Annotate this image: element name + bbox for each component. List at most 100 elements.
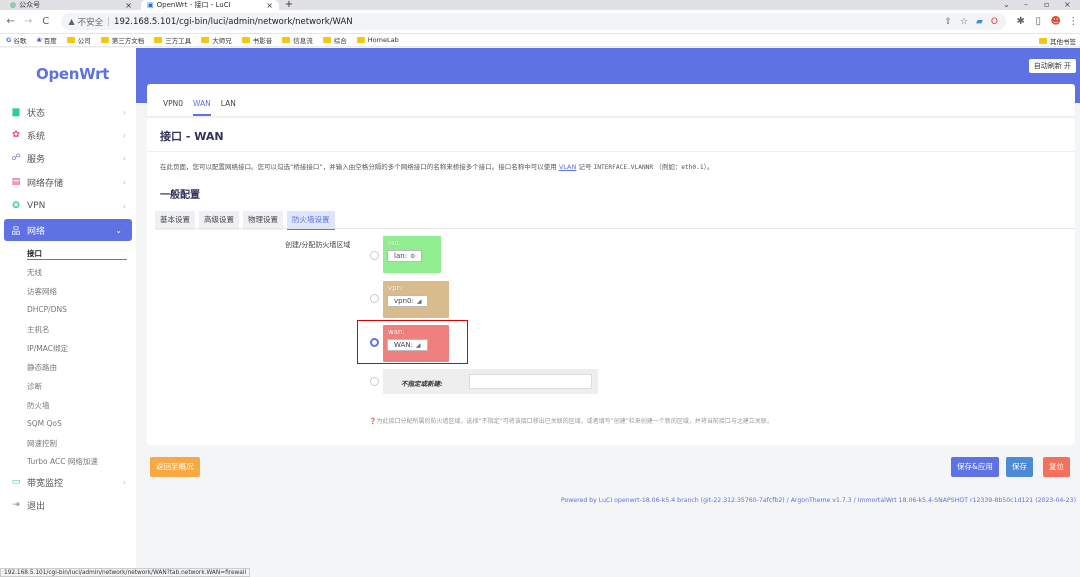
bookmark-folder[interactable]: 大师兄 <box>201 35 232 45</box>
zone-radio-vpn[interactable] <box>370 294 379 303</box>
submenu-ipmac[interactable]: IP/MAC绑定 <box>27 343 68 354</box>
google-icon: G <box>6 36 12 44</box>
bookmark-folder[interactable]: HomeLab <box>356 36 399 44</box>
back-to-overview-button[interactable]: 返回至概况 <box>150 457 200 477</box>
profile-icon[interactable]: ☻ <box>1049 16 1063 27</box>
bookmarks-bar: G 谷歌 ❀ 百度 公司 第三方文档 三方工具 大师兄 书影音 信息流 综合 Hom… <box>0 34 1080 47</box>
reset-button[interactable]: 复位 <box>1043 457 1070 477</box>
bookmark-baidu[interactable]: ❀ 百度 <box>36 35 56 45</box>
address-bar-icons: ⇪ ☆ ▰ O <box>944 17 998 27</box>
extension-icon[interactable]: ▰ <box>976 17 983 27</box>
bookmark-google[interactable]: G 谷歌 <box>6 35 26 45</box>
zone-iface-badge: vpn0: ◢ <box>387 295 429 307</box>
puzzle-icon[interactable]: ✱ <box>1014 16 1028 27</box>
bookmark-folder[interactable]: 综合 <box>322 35 347 45</box>
submenu-dhcp[interactable]: DHCP/DNS <box>27 305 67 314</box>
bookmark-folder[interactable]: 三方工具 <box>154 35 191 45</box>
submenu-wireless[interactable]: 无线 <box>27 267 42 278</box>
browser-toolbar: ← → C ▲ 不安全 | 192.168.5.101/cgi-bin/luci… <box>0 10 1080 34</box>
more-icon[interactable]: ⋮ <box>1067 16 1080 27</box>
folder-icon <box>66 37 75 43</box>
folder-icon <box>1039 37 1047 44</box>
sidebar-item-nas[interactable]: ▤ 网络存储 › <box>0 171 136 193</box>
opera-icon[interactable]: O <box>991 17 998 27</box>
folder-icon <box>241 37 250 43</box>
submenu-interfaces[interactable]: 接口 <box>27 248 42 259</box>
new-zone-input[interactable] <box>469 374 592 389</box>
submenu-speedcontrol[interactable]: 网速控制 <box>27 438 57 449</box>
share-icon[interactable]: ⇪ <box>944 17 952 27</box>
sidebar-item-services[interactable]: ☍ 服务 › <box>0 147 136 169</box>
close-icon[interactable]: × <box>266 1 273 10</box>
bookmark-folder[interactable]: 书影音 <box>241 35 272 45</box>
signal-icon: ◢ <box>416 298 422 305</box>
sidebar-item-network[interactable]: 品 网络 ⌄ <box>4 219 132 241</box>
browser-tab-openwrt[interactable]: ▣ OpenWrt - 接口 - LuCI × <box>141 0 279 10</box>
storage-icon: ▤ <box>11 177 21 187</box>
close-icon[interactable]: × <box>125 1 132 10</box>
submenu-firewall[interactable]: 防火墙 <box>27 400 50 411</box>
network-port-icon: ⚙ <box>410 253 416 260</box>
dashboard-icon: ▆ <box>12 107 20 117</box>
footer: Powered by LuCI openwrt-18.06-k5.4 branc… <box>560 497 1076 504</box>
bookmark-folder[interactable]: 第三方文档 <box>100 35 144 45</box>
star-icon[interactable]: ☆ <box>960 17 968 27</box>
vlan-link[interactable]: VLAN <box>559 163 577 171</box>
maximize-icon[interactable]: ▫ <box>1044 0 1049 10</box>
chevron-right-icon: › <box>122 477 126 487</box>
forward-arrow-icon[interactable]: → <box>22 16 36 27</box>
page-title: 接口 - WAN <box>160 130 224 143</box>
submenu-sqm[interactable]: SQM QoS <box>27 419 62 428</box>
auto-refresh-toggle[interactable]: 自动刷新 开 <box>1028 59 1076 73</box>
chevron-right-icon: › <box>122 153 126 163</box>
bookmark-folder[interactable]: 信息流 <box>282 35 313 45</box>
divider <box>155 228 1075 229</box>
bookmark-other[interactable]: 其他书签 <box>1039 34 1076 47</box>
submenu-active-underline <box>27 259 127 260</box>
sidebar-item-logout[interactable]: ⇥ 退出 <box>0 494 136 516</box>
zone-lan[interactable]: lan: lan: ⚙ <box>383 236 441 273</box>
chevron-right-icon: › <box>122 130 126 140</box>
folder-icon <box>201 37 210 43</box>
window-close-icon[interactable]: × <box>1064 0 1071 10</box>
url-text: 192.168.5.101/cgi-bin/luci/admin/network… <box>114 16 353 27</box>
submenu-turboacc[interactable]: Turbo ACC 网络加速 <box>27 456 98 467</box>
chevron-right-icon: › <box>122 201 126 211</box>
sidebar-item-vpn[interactable]: ✪ VPN › <box>0 195 136 217</box>
zone-vpn[interactable]: vpn: vpn0: ◢ <box>383 281 449 318</box>
save-button[interactable]: 保存 <box>1006 457 1033 477</box>
minimize-icon[interactable]: – <box>1024 0 1028 10</box>
zone-radio-unspecified[interactable] <box>370 377 379 386</box>
tab-wan[interactable]: WAN <box>193 99 211 116</box>
sidebar-item-status[interactable]: ▆ 状态 › <box>0 101 136 123</box>
tab-lan[interactable]: LAN <box>221 99 236 116</box>
baidu-icon: ❀ <box>36 36 42 44</box>
browser-tab-wechat[interactable]: ◍ 公众号 × <box>4 0 138 10</box>
submenu-diagnostics[interactable]: 诊断 <box>27 381 42 392</box>
sidebar-item-system[interactable]: ✿ 系统 › <box>0 124 136 146</box>
zone-radio-lan[interactable] <box>370 251 379 260</box>
bookmark-folder[interactable]: 公司 <box>66 35 91 45</box>
sidepanel-icon[interactable]: ▯ <box>1032 16 1046 27</box>
luci-favicon-icon: ▣ <box>147 1 154 9</box>
save-apply-button[interactable]: 保存&应用 <box>951 457 999 477</box>
zone-hint: ❓为此接口分配所属的防火墙区域，选择“不指定”可将该接口移出已关联的区域，或者填… <box>369 418 773 425</box>
vpn-icon: ✪ <box>12 201 20 211</box>
chevron-down-icon[interactable]: ⌄ <box>1003 0 1010 10</box>
address-bar[interactable]: ▲ 不安全 | 192.168.5.101/cgi-bin/luci/admin… <box>60 13 1006 30</box>
submenu-guest[interactable]: 访客网络 <box>27 286 57 297</box>
wechat-icon: ◍ <box>10 1 17 9</box>
submenu-hostnames[interactable]: 主机名 <box>27 324 50 335</box>
folder-icon <box>154 37 163 43</box>
new-tab-icon[interactable]: + <box>282 0 296 10</box>
sidebar-item-bandwidth[interactable]: ▭ 带宽监控 › <box>0 471 136 493</box>
warning-icon: ▲ <box>68 17 75 26</box>
network-icon: 品 <box>11 226 21 237</box>
share-icon: ☍ <box>11 153 21 163</box>
submenu-routes[interactable]: 静态路由 <box>27 362 57 373</box>
back-arrow-icon[interactable]: ← <box>4 16 18 27</box>
selected-zone-highlight <box>357 320 468 364</box>
reload-icon[interactable]: C <box>39 16 53 27</box>
tab-vpn0[interactable]: VPN0 <box>163 99 183 116</box>
openwrt-logo[interactable]: OpenWrt <box>36 65 109 83</box>
